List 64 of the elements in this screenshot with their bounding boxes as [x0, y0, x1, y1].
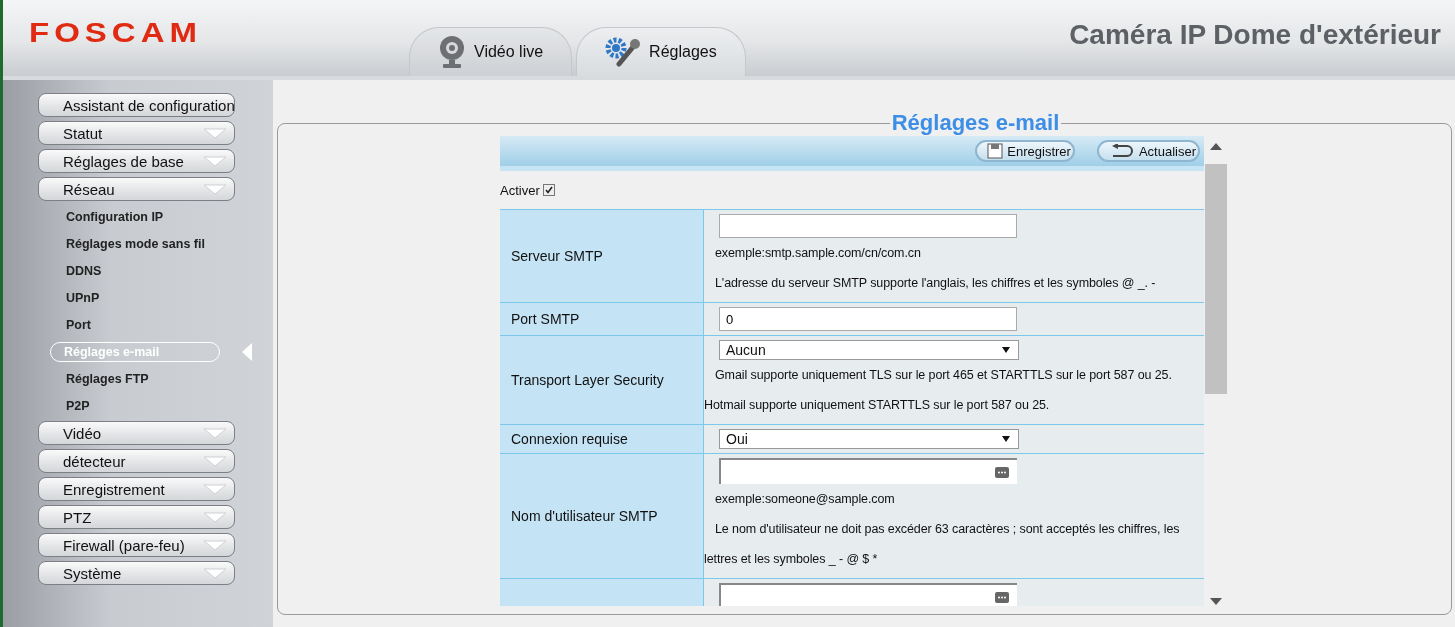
- checkbox[interactable]: [542, 184, 555, 196]
- hint-text: Hotmail supporte uniquement STARTTLS sur le port 587 ou 25.: [704, 397, 1051, 414]
- scroll-down-icon[interactable]: [1210, 598, 1222, 606]
- field-label: Transport Layer Security: [500, 336, 704, 425]
- section-title: Réglages e-mail: [890, 110, 1061, 136]
- hint-text: Le nom d'utilisateur ne doit pas excéder 63 caractères ; sont acceptés les chiffres, les: [714, 521, 1181, 538]
- gear-wrench-icon: [605, 37, 642, 67]
- menu-button[interactable]: Système: [38, 561, 235, 585]
- menu-item[interactable]: Configuration IP: [50, 207, 220, 227]
- toolbar-button[interactable]: Enregistrer: [975, 140, 1075, 162]
- menu-item[interactable]: UPnP: [50, 288, 220, 308]
- dropdown-arrow-icon: [1002, 436, 1010, 442]
- menu-item[interactable]: DDNS: [50, 261, 220, 281]
- hint-text: exemple:smtp.sample.com/cn/com.cn: [714, 245, 922, 262]
- menu-button[interactable]: PTZ: [38, 505, 235, 529]
- caret-icon: [202, 155, 228, 167]
- scroll-up-icon[interactable]: [1210, 142, 1222, 150]
- menu-button[interactable]: Réseau: [38, 177, 235, 201]
- menu-button[interactable]: Vidéo: [38, 421, 235, 445]
- menu-button[interactable]: Réglages de base: [38, 149, 235, 173]
- hint-text: lettres et les symboles _ - @ $ *: [704, 551, 879, 568]
- hint-text: Gmail supporte uniquement TLS sur le port 465 et STARTTLS sur le port 587 ou 25.: [714, 367, 1173, 384]
- hint-text: L'adresse du serveur SMTP supporte l'anglais, les chiffres et les symboles @ _. -: [714, 275, 1157, 292]
- page-title: Caméra IP Dome d'extérieur: [1069, 19, 1441, 51]
- caret-icon: [202, 127, 228, 139]
- tab[interactable]: Réglages: [576, 27, 746, 76]
- menu-button[interactable]: Firewall (pare-feu): [38, 533, 235, 557]
- text-field[interactable]: 0: [719, 307, 1017, 331]
- caret-icon: [202, 183, 228, 195]
- menu-item[interactable]: Réglages mode sans fil: [50, 234, 220, 254]
- field-label: Connexion requise: [500, 425, 704, 454]
- webcam-icon: [438, 35, 466, 69]
- save-icon: [987, 143, 1004, 159]
- field-label: Port SMTP: [500, 303, 704, 336]
- menu-item[interactable]: Réglages FTP: [50, 369, 220, 389]
- checkbox-label: Activer: [500, 182, 540, 198]
- scrollbar-thumb[interactable]: [1205, 164, 1227, 394]
- menu-button[interactable]: Statut: [38, 121, 235, 145]
- caret-icon: [202, 567, 228, 579]
- menu-button[interactable]: détecteur: [38, 449, 235, 473]
- caret-icon: [202, 511, 228, 523]
- caret-icon: [202, 539, 228, 551]
- dropdown[interactable]: Aucun: [719, 340, 1019, 360]
- field-label: Serveur SMTP: [500, 210, 704, 303]
- pointer-icon: [242, 343, 252, 361]
- menu-item[interactable]: Port: [50, 315, 220, 335]
- text-field[interactable]: [719, 458, 1017, 484]
- menu-button[interactable]: Enregistrement: [38, 477, 235, 501]
- text-field[interactable]: [719, 214, 1017, 238]
- menu-button[interactable]: Assistant de configuration: [38, 93, 235, 117]
- caret-icon: [202, 455, 228, 467]
- dropdown[interactable]: Oui: [719, 429, 1019, 449]
- toolbar-button[interactable]: Actualiser: [1096, 140, 1200, 162]
- tab[interactable]: Vidéo live: [409, 27, 573, 76]
- logo: FOSCAM: [29, 16, 203, 50]
- field-label: Nom d'utilisateur SMTP: [500, 454, 704, 579]
- dropdown-arrow-icon: [1002, 347, 1010, 353]
- caret-icon: [202, 427, 228, 439]
- text-field[interactable]: [719, 583, 1017, 606]
- password-key-icon[interactable]: [995, 591, 1009, 603]
- hint-text: exemple:someone@sample.com: [714, 491, 896, 508]
- menu-item[interactable]: P2P: [50, 396, 220, 416]
- caret-icon: [202, 483, 228, 495]
- password-key-icon[interactable]: [995, 466, 1009, 478]
